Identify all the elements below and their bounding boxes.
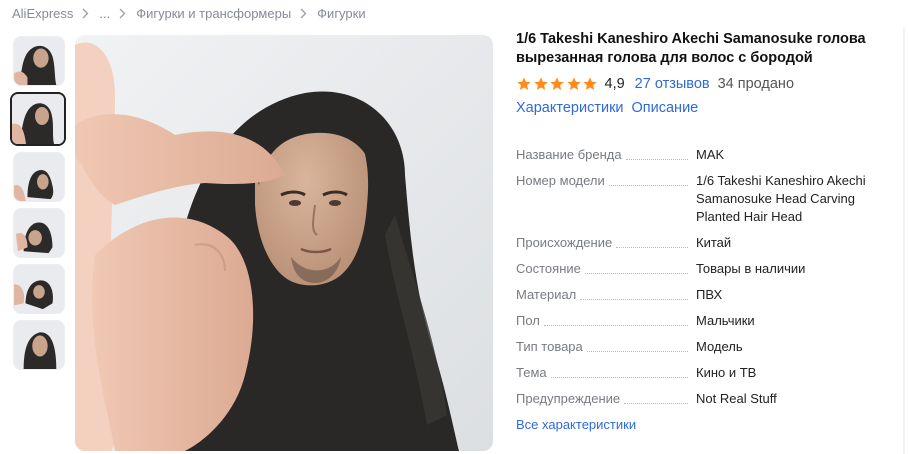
spec-key: Номер модели [516,172,609,190]
rating-stars [516,76,599,92]
spec-row-material: Материал ПВХ [516,286,896,304]
spec-row-type: Тип товара Модель [516,338,896,356]
breadcrumb-item-ellipsis[interactable]: ... [99,6,110,21]
dotted-leader [586,351,688,352]
spec-value: 1/6 Takeshi Kaneshiro Akechi Samanosuke … [696,173,866,224]
thumbnail-3[interactable] [13,152,65,202]
spec-key: Предупреждение [516,390,625,408]
dotted-leader [616,247,688,248]
rating-value: 4,9 [604,76,625,92]
spec-row-gender: Пол Мальчики [516,312,896,330]
dotted-leader [550,377,688,378]
star-icon [583,77,597,90]
scrollbar-track[interactable] [903,28,905,454]
spec-row-origin: Происхождение Китай [516,234,896,252]
tab-description[interactable]: Описание [632,100,699,120]
spec-key: Название бренда [516,146,626,164]
spec-value: Not Real Stuff [696,391,777,406]
thumbnail-gallery [10,36,66,376]
dotted-leader [608,185,688,186]
spec-value: Китай [696,235,732,250]
thumbnail-4[interactable] [13,208,65,258]
star-icon [566,77,581,90]
product-title: 1/6 Takeshi Kaneshiro Akechi Samanosuke … [516,31,866,66]
spec-value: MAK [696,147,725,162]
spec-row-condition: Состояние Товары в наличии [516,260,896,278]
tab-characteristics[interactable]: Характеристики [516,100,624,120]
star-icon [517,77,531,90]
thumbnail-2-selected[interactable] [10,92,66,146]
dotted-leader [584,273,688,274]
spec-key: Тема [516,364,551,382]
chevron-right-icon [119,8,126,19]
breadcrumb: AliExpress ... Фигурки и трансформеры Фи… [12,4,366,22]
breadcrumb-item-aliexpress[interactable]: AliExpress [12,6,73,21]
spec-row-theme: Тема Кино и ТВ [516,364,896,382]
spec-row-warning: Предупреждение Not Real Stuff [516,390,896,408]
spec-value: Модель [696,339,743,354]
spec-value: Кино и ТВ [696,365,757,380]
chevron-right-icon [82,8,89,19]
thumbnail-6[interactable] [13,320,65,370]
product-info: 1/6 Takeshi Kaneshiro Akechi Samanosuke … [516,30,908,120]
product-tabs: Характеристики Описание [516,100,908,120]
star-icon [533,77,548,90]
thumbnail-5[interactable] [13,264,65,314]
scrollbar[interactable] [900,28,908,454]
dotted-leader [543,325,688,326]
specs-table: Название бренда MAK Номер модели 1/6 Tak… [516,146,896,434]
spec-key: Состояние [516,260,585,278]
star-icon [550,77,564,90]
spec-row-brand: Название бренда MAK [516,146,896,164]
spec-value: Мальчики [696,313,755,328]
breadcrumb-item-figures[interactable]: Фигурки [317,6,365,21]
main-product-image[interactable] [75,35,493,451]
thumbnail-1[interactable] [13,36,65,86]
breadcrumb-item-figures-transformers[interactable]: Фигурки и трансформеры [136,6,291,21]
spec-value: ПВХ [696,287,723,302]
reviews-link[interactable]: 27 отзывов [635,76,710,92]
spec-row-model: Номер модели 1/6 Takeshi Kaneshiro Akech… [516,172,896,226]
dotted-leader [580,299,688,300]
spec-key: Пол [516,312,544,330]
spec-key: Материал [516,286,581,304]
rating-row: 4,9 27 отзывов 34 продано [516,74,908,94]
chevron-right-icon [300,8,307,19]
spec-key: Происхождение [516,234,617,252]
spec-value: Товары в наличии [696,261,806,276]
dotted-leader [624,403,688,404]
dotted-leader [625,159,688,160]
all-characteristics-link[interactable]: Все характеристики [516,417,636,432]
spec-key: Тип товара [516,338,587,356]
sold-count: 34 продано [717,76,795,92]
